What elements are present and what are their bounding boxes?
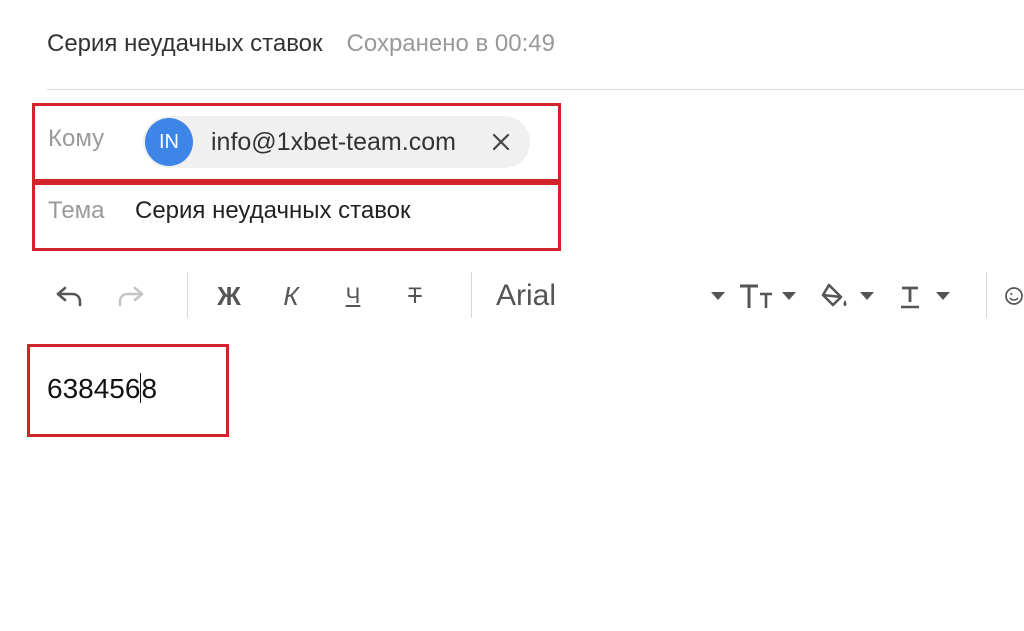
font-family-value: Arial <box>496 279 557 312</box>
redo-icon <box>118 286 144 307</box>
chevron-down-icon <box>711 292 725 300</box>
highlight-color-button[interactable] <box>820 270 880 322</box>
bold-button[interactable]: Ж <box>208 270 250 322</box>
text-color-button[interactable] <box>898 270 958 322</box>
undo-icon <box>56 286 82 307</box>
formatting-toolbar: Ж К Ч Т Arial <box>0 270 1024 322</box>
strikethrough-button[interactable]: Т <box>394 270 436 322</box>
text-color-icon <box>901 286 950 309</box>
recipient-email: info@1xbet-team.com <box>211 127 456 156</box>
subject-input[interactable]: Серия неудачных ставок <box>135 197 411 225</box>
avatar: IN <box>145 118 193 166</box>
draft-header: Серия неудачных ставок Сохранено в 00:49 <box>47 27 555 61</box>
font-family-select[interactable]: Arial <box>496 270 726 322</box>
paint-bucket-icon <box>821 283 874 307</box>
close-icon <box>492 133 510 151</box>
subject-field[interactable]: Тема Серия неудачных ставок <box>32 179 561 251</box>
undo-button[interactable] <box>48 270 90 322</box>
italic-label: К <box>283 280 299 311</box>
underline-button[interactable]: Ч <box>332 270 374 322</box>
font-size-icon <box>740 284 796 308</box>
toolbar-divider <box>187 272 188 318</box>
toolbar-divider <box>986 272 987 318</box>
emoji-button[interactable] <box>1004 270 1024 322</box>
saved-status: Сохранено в 00:49 <box>346 30 555 57</box>
toolbar-divider <box>471 272 472 318</box>
strikethrough-label: Т <box>408 283 422 308</box>
body-text-after-caret: 8 <box>141 373 158 404</box>
draft-title: Серия неудачных ставок <box>47 30 323 57</box>
redo-button[interactable] <box>110 270 152 322</box>
underline-label: Ч <box>345 283 361 308</box>
emoji-icon <box>1005 287 1023 305</box>
italic-button[interactable]: К <box>270 270 312 322</box>
font-size-button[interactable] <box>738 270 798 322</box>
to-field[interactable]: Кому IN info@1xbet-team.com <box>32 103 561 185</box>
header-divider <box>47 89 1024 90</box>
subject-label: Тема <box>48 197 105 224</box>
body-text-before-caret: 638456 <box>47 373 141 404</box>
message-body-editor[interactable]: 6384568 <box>27 344 229 437</box>
to-label: Кому <box>48 125 105 152</box>
recipient-chip[interactable]: IN info@1xbet-team.com <box>143 116 530 168</box>
message-body-text[interactable]: 6384568 <box>47 373 157 405</box>
remove-recipient-button[interactable] <box>488 129 514 155</box>
bold-label: Ж <box>217 280 241 311</box>
